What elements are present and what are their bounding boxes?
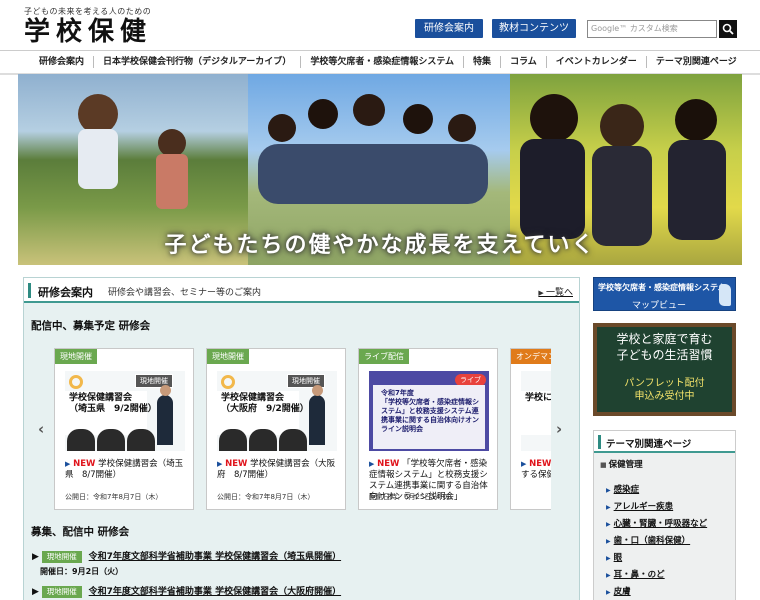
- nav-absence-system[interactable]: 学校等欠席者・感染症情報システム: [301, 56, 465, 68]
- nav-features[interactable]: 特集: [464, 56, 502, 68]
- absence-map-banner[interactable]: 学校等欠席者・感染症情報システム マップビュー: [593, 277, 736, 311]
- hero-banner: 子どもたちの健やかな成長を支えていく: [18, 74, 742, 265]
- training-panel: 研修会案内 研修会や講習会、セミナー等のご案内 一覧へ 配信中、募集予定 研修会…: [23, 277, 580, 600]
- thumbnail-title: 令和7年度 「学校等欠席者・感染症情報システム」と校務支援システム連携事業に関する…: [381, 389, 479, 433]
- list-item[interactable]: ▶ 現地開催 令和7年度文部科学省補助事業 学校保健講習会（埼玉県開催）: [32, 549, 341, 563]
- theme-links-header: テーマ別関連ページ: [594, 431, 735, 453]
- card-title: ▶ NEW 学校保健講習会（埼玉県 8/7開催）: [65, 459, 184, 480]
- carousel-prev-button[interactable]: ‹: [38, 420, 44, 438]
- theme-links-title: テーマ別関連ページ: [606, 439, 692, 450]
- chart-icon: [69, 375, 83, 389]
- pamphlet-banner[interactable]: 学校と家庭で育む 子どもの生活習慣 パンフレット配付 申込み受付中: [593, 323, 736, 416]
- speaker-figure: [309, 385, 325, 445]
- card-tag: 現地開催: [207, 349, 249, 364]
- pamphlet-heading: 学校と家庭で育む 子どもの生活習慣: [616, 332, 713, 362]
- search-button[interactable]: [719, 20, 737, 38]
- training-card[interactable]: 現地開催 現地開催 学校保健講習会 （大阪府 9/2開催） ▶ NEW 学校保健講…: [206, 348, 346, 510]
- card-thumbnail: 現地開催 学校保健講習会 （埼玉県 9/2開催）: [65, 371, 185, 451]
- nav-training[interactable]: 研修会案内: [30, 56, 95, 68]
- training-panel-header: 研修会案内 研修会や講習会、セミナー等のご案内 一覧へ: [24, 278, 579, 303]
- audience-figure: [279, 429, 307, 451]
- card-tag: ライブ配信: [359, 349, 409, 364]
- pamphlet-subheading: パンフレット配付 申込み受付中: [624, 378, 705, 402]
- map-banner-label: マップビュー: [631, 301, 686, 311]
- theme-links-box: テーマ別関連ページ 保健管理 感染症 アレルギー疾患 心臓・腎臓・呼吸器など 歯…: [593, 430, 736, 600]
- list-title[interactable]: 令和7年度文部科学省補助事業 学校保健講習会（埼玉県開催）: [89, 552, 341, 562]
- logo-text: 学校保健: [24, 17, 153, 47]
- audience-figure: [127, 429, 155, 451]
- site-logo[interactable]: 子どもの未来を考える人のための 学校保健: [24, 6, 152, 47]
- list-badge: 現地開催: [41, 551, 82, 563]
- audience-figure: [67, 429, 95, 451]
- training-button[interactable]: 研修会案内: [415, 19, 483, 38]
- japan-map-icon: [719, 284, 731, 306]
- audience-figure: [219, 429, 247, 451]
- list-title[interactable]: 令和7年度文部科学省補助事業 学校保健講習会（大阪府開催）: [89, 587, 341, 597]
- theme-link[interactable]: 耳・鼻・のど: [606, 568, 665, 580]
- nav-events[interactable]: イベントカレンダー: [547, 56, 647, 68]
- search-input[interactable]: Google™ カスタム検索: [587, 20, 717, 38]
- card-date: 公開日：令和7年8月7日（木）: [65, 493, 163, 501]
- list-bullet-icon: ▶: [32, 552, 39, 562]
- list-item[interactable]: ▶ 現地開催 令和7年度文部科学省補助事業 学校保健講習会（大阪府開催）: [32, 584, 341, 598]
- thumbnail-title: 学校保健講習会 （大阪府 9/2開催）: [221, 393, 309, 414]
- training-list-link[interactable]: 一覧へ: [538, 285, 573, 298]
- nav-publications[interactable]: 日本学校保健会刊行物（デジタルアーカイブ）: [94, 56, 302, 68]
- thumbnail-title: 学校に: [525, 393, 551, 403]
- list-badge: 現地開催: [41, 586, 82, 598]
- header-accent-bar: [28, 283, 31, 298]
- site-header: 子どもの未来を考える人のための 学校保健 研修会案内 教材コンテンツ Googl…: [0, 0, 760, 48]
- audience-figure: [97, 429, 125, 451]
- theme-link[interactable]: 眼: [606, 551, 623, 563]
- training-card[interactable]: ライブ配信 ライブ 令和7年度 「学校等欠席者・感染症情報システム」と校務支援シス…: [358, 348, 498, 510]
- training-panel-title: 研修会案内: [38, 286, 93, 299]
- theme-link[interactable]: 感染症: [606, 483, 640, 495]
- hero-tagline: 子どもたちの健やかな成長を支えていく: [164, 233, 596, 258]
- training-carousel: 現地開催 現地開催 学校保健講習会 （埼玉県 9/2開催） ▶ NEW 学校保健講…: [54, 348, 551, 518]
- logo-tagline: 子どもの未来を考える人のための: [24, 7, 152, 16]
- theme-link[interactable]: 歯・口（歯科保健）: [606, 534, 691, 546]
- header-accent-bar: [598, 435, 601, 449]
- section-open-title: 募集、配信中 研修会: [31, 526, 130, 538]
- theme-category: 保健管理: [600, 458, 643, 470]
- section-upcoming-title: 配信中、募集予定 研修会: [31, 320, 151, 332]
- list-date: 開催日：9月2日（火）: [40, 567, 124, 576]
- search-icon: [722, 23, 734, 35]
- theme-link[interactable]: 皮膚: [606, 585, 631, 597]
- thumbnail-board: 令和7年度 「学校等欠席者・感染症情報システム」と校務支援システム連携事業に関する…: [373, 385, 485, 449]
- main-nav: 研修会案内 日本学校保健会刊行物（デジタルアーカイブ） 学校等欠席者・感染症情報…: [0, 50, 760, 75]
- audience-figure: [249, 429, 277, 451]
- card-thumbnail: 学校に: [521, 371, 551, 451]
- training-panel-subtitle: 研修会や講習会、セミナー等のご案内: [108, 288, 262, 298]
- theme-link[interactable]: 心臓・腎臓・呼吸器など: [606, 517, 708, 529]
- carousel-next-button[interactable]: ›: [556, 420, 562, 438]
- list-bullet-icon: ▶: [32, 587, 39, 597]
- card-date: 配信日時：6月25日14:00: [369, 493, 452, 501]
- card-title: ▶ NEW する保健: [521, 459, 551, 480]
- theme-link[interactable]: アレルギー疾患: [606, 500, 674, 512]
- card-title: ▶ NEW 学校保健講習会（大阪府 8/7開催）: [217, 459, 336, 480]
- chart-icon: [221, 375, 235, 389]
- nav-themes[interactable]: テーマ別関連ページ: [647, 56, 746, 68]
- card-thumbnail: ライブ 令和7年度 「学校等欠席者・感染症情報システム」と校務支援システム連携事業…: [369, 371, 489, 451]
- training-card[interactable]: オンデマンド 学校に ▶ NEWする保健: [510, 348, 551, 510]
- card-thumbnail: 現地開催 学校保健講習会 （大阪府 9/2開催）: [217, 371, 337, 451]
- card-date: 公開日：令和7年8月7日（木）: [217, 493, 315, 501]
- map-banner-title: 学校等欠席者・感染症情報システム: [598, 283, 726, 292]
- card-tag: オンデマンド: [511, 349, 551, 364]
- card-tag: 現地開催: [55, 349, 97, 364]
- speaker-figure: [157, 385, 173, 445]
- training-card[interactable]: 現地開催 現地開催 学校保健講習会 （埼玉県 9/2開催） ▶ NEW 学校保健講…: [54, 348, 194, 510]
- nav-column[interactable]: コラム: [501, 56, 547, 68]
- thumbnail-title: 学校保健講習会 （埼玉県 9/2開催）: [69, 393, 157, 414]
- materials-button[interactable]: 教材コンテンツ: [492, 19, 576, 38]
